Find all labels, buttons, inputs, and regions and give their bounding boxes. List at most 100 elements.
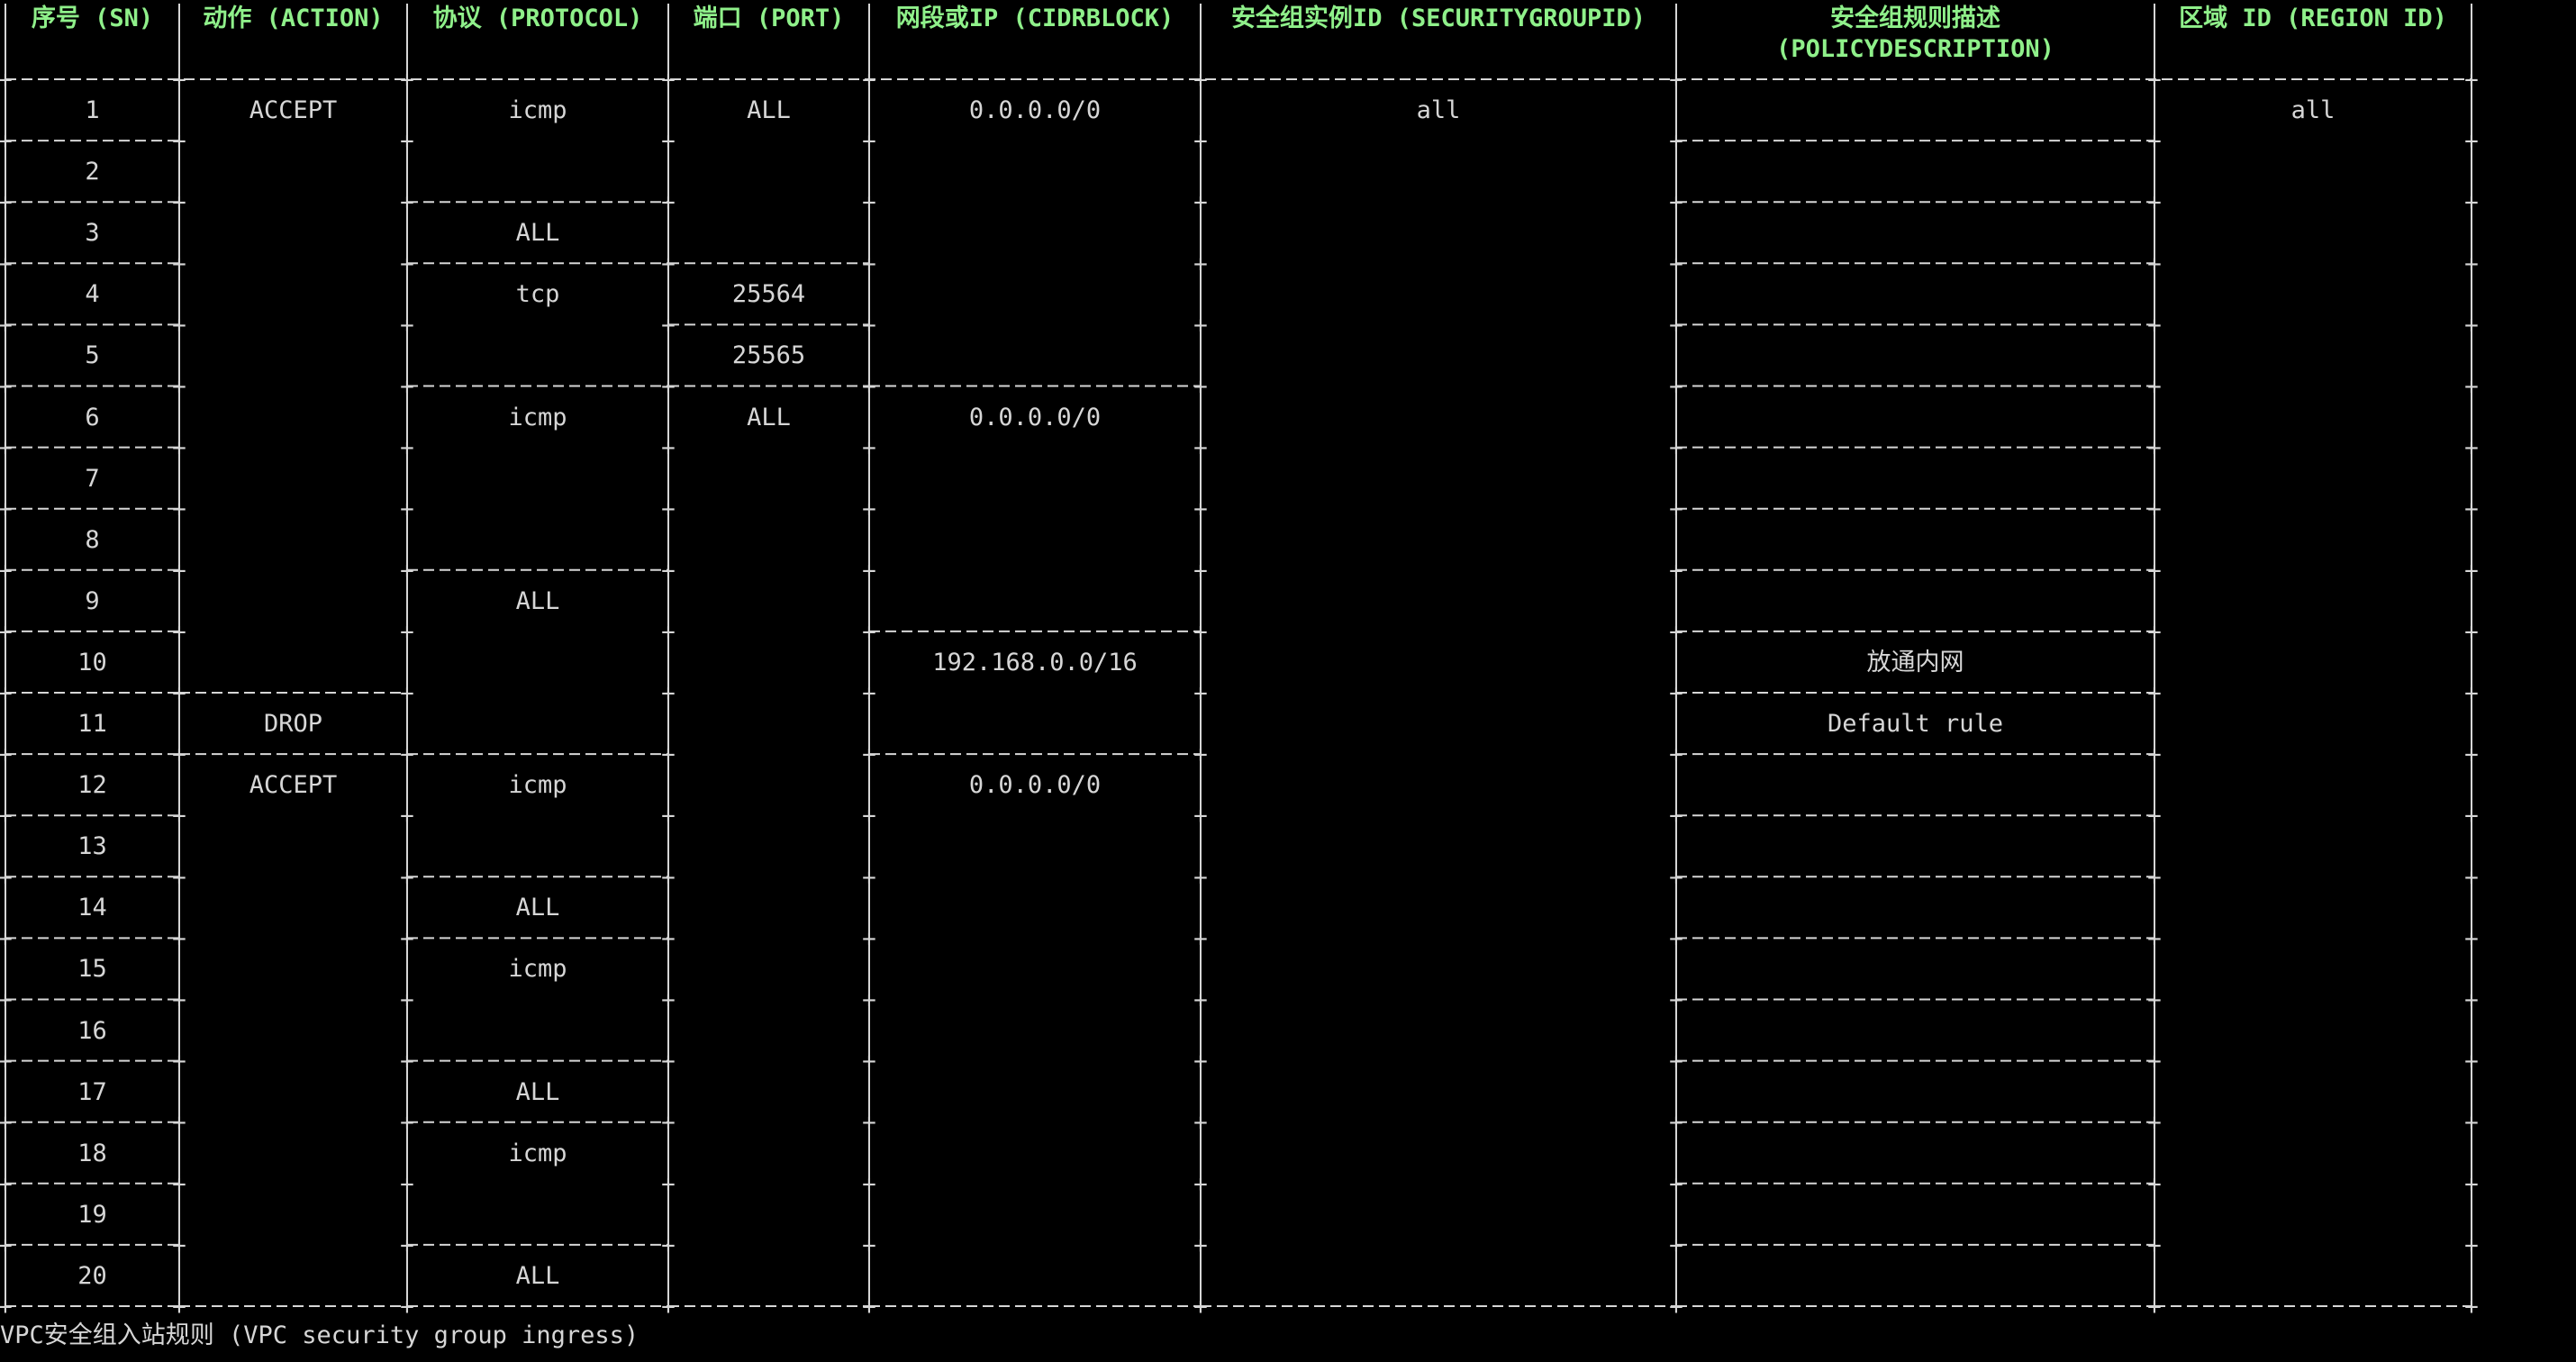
grid-junction: + [2464,312,2479,339]
grid-junction: + [172,1232,186,1259]
grid-junction: + [1669,864,1683,891]
grid-junction: + [1193,619,1208,646]
grid-junction: + [172,803,186,830]
grid-junction: + [862,67,876,94]
grid-junction: + [862,803,876,830]
grid-junction: + [400,250,414,277]
table-cell: 放通内网 [1866,648,1964,676]
grid-junction: + [0,1049,13,1076]
grid-junction: + [862,1110,876,1137]
grid-junction: + [1669,67,1683,94]
grid-junction: + [661,619,676,646]
column-header: 动作 (ACTION) [203,5,384,32]
grid-junction: + [0,189,13,216]
table-cell: 16 [77,1016,107,1045]
grid-junction: + [400,864,414,891]
grid-junction: + [1669,741,1683,768]
grid-junction: + [2464,680,2479,707]
grid-junction: + [400,987,414,1014]
grid-junction: + [2464,1232,2479,1259]
grid-junction: + [2147,1049,2162,1076]
grid-junction: + [172,1171,186,1198]
grid-junction: + [862,619,876,646]
grid-junction: + [661,312,676,339]
grid-junction: + [2464,374,2479,401]
table-cell: 11 [77,710,107,739]
grid-junction: + [1669,374,1683,401]
grid-junction: + [0,1110,13,1137]
table-cell: 25565 [731,341,806,370]
table-cell: 9 [85,586,100,615]
grid-junction: + [1669,128,1683,155]
table-cell: 14 [77,894,107,922]
grid-junction: + [1669,987,1683,1014]
table-cell: icmp [508,771,567,800]
grid-junction: + [1669,619,1683,646]
grid-junction: + [1669,312,1683,339]
grid-junction: + [661,925,676,952]
grid-junction: + [862,435,876,462]
grid-junction: + [400,312,414,339]
grid-junction: + [2147,312,2162,339]
grid-junction: + [1193,1294,1208,1321]
grid-junction: + [862,128,876,155]
grid-junction: + [2464,741,2479,768]
grid-junction: + [400,1232,414,1259]
table-cell: 10 [77,648,107,676]
grid-junction: + [862,987,876,1014]
grid-junction: + [2464,925,2479,952]
grid-junction: + [1669,1110,1683,1137]
grid-junction: + [1193,496,1208,523]
table-cell: ALL [747,403,791,431]
grid-junction: + [661,741,676,768]
grid-junction: + [400,435,414,462]
grid-junction: + [400,128,414,155]
table-cell: 17 [77,1077,107,1106]
grid-junction: + [400,374,414,401]
grid-junction: + [2147,619,2162,646]
grid-junction: + [1193,189,1208,216]
grid-junction: + [1669,680,1683,707]
table-cell: icmp [508,96,567,125]
grid-junction: + [2464,67,2479,94]
grid-junction: + [400,619,414,646]
grid-junction: + [2464,250,2479,277]
grid-junction: + [1193,128,1208,155]
grid-junction: + [400,67,414,94]
grid-junction: + [172,67,186,94]
grid-junction: + [0,496,13,523]
grid-junction: + [2464,1049,2479,1076]
table-cell: ACCEPT [249,96,338,125]
table-cell: 192.168.0.0/16 [932,648,1138,676]
grid-junction: + [661,558,676,585]
grid-junction: + [1669,1232,1683,1259]
grid-junction: + [172,189,186,216]
table-cell: icmp [508,955,567,984]
grid-junction: + [2147,189,2162,216]
grid-junction: + [2147,558,2162,585]
table-cell: DROP [263,710,323,739]
grid-junction: + [1193,1232,1208,1259]
table-cell: all [1416,96,1461,125]
table-grid: + + + + + + + + + + + + + + + + + + + + + + + + + + + + + + + + + + + + + + + +… [0,4,2479,1321]
grid-junction: + [1669,1049,1683,1076]
grid-junction: + [0,803,13,830]
grid-junction: + [172,435,186,462]
grid-junction: + [400,1110,414,1137]
grid-junction: + [2464,619,2479,646]
grid-junction: + [172,864,186,891]
grid-junction: + [2147,435,2162,462]
table-cell: 20 [77,1261,107,1290]
grid-junction: + [2147,1171,2162,1198]
grid-junction: + [1193,864,1208,891]
grid-junction: + [1193,558,1208,585]
table-cell: 2 [85,158,100,186]
grid-junction: + [862,925,876,952]
grid-junction: + [0,1171,13,1198]
grid-junction: + [661,1232,676,1259]
table-cell: ALL [515,894,560,922]
grid-junction: + [661,680,676,707]
grid-junction: + [400,925,414,952]
grid-junction: + [862,189,876,216]
grid-junction: + [862,1171,876,1198]
